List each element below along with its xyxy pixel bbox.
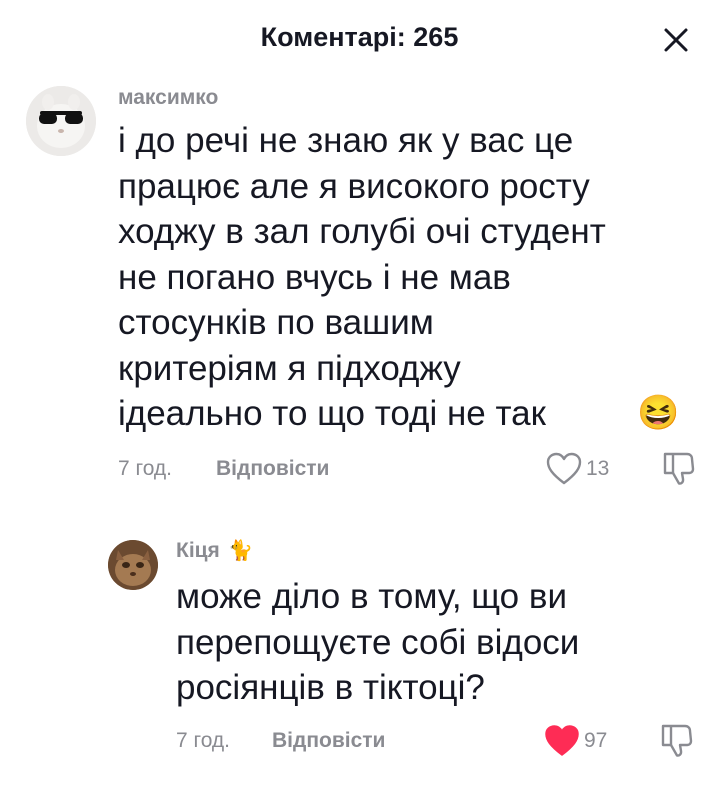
comment-username[interactable]: максимко xyxy=(118,86,218,110)
like-button[interactable] xyxy=(544,724,580,758)
heart-filled-icon[interactable] xyxy=(544,724,580,758)
comment-time: 7 год. xyxy=(176,729,231,752)
comment-text: і до речі не знаю як у вас це працює але… xyxy=(118,121,606,433)
close-icon[interactable] xyxy=(660,24,692,56)
laughing-emoji: 😆 xyxy=(637,394,680,432)
avatar[interactable] xyxy=(108,540,158,590)
dislike-button[interactable] xyxy=(662,450,696,486)
reply-button[interactable]: Відповісти xyxy=(272,729,385,753)
like-button[interactable] xyxy=(546,452,582,486)
avatar-image xyxy=(26,86,96,156)
like-count: 13 xyxy=(586,457,610,480)
comment-text: може діло в тому, що ви перепощуєте собі… xyxy=(176,577,580,707)
thumbs-down-icon[interactable] xyxy=(660,722,694,758)
comments-title: Коментарі: 265 xyxy=(260,22,459,52)
avatar[interactable] xyxy=(26,86,96,156)
like-count: 97 xyxy=(584,729,608,752)
cat-emoji: 🐈 xyxy=(228,540,254,562)
heart-outline-icon[interactable] xyxy=(546,452,582,486)
reply-button[interactable]: Відповісти xyxy=(216,457,329,481)
thumbs-down-icon[interactable] xyxy=(662,450,696,486)
close-button[interactable] xyxy=(660,24,692,56)
avatar-image xyxy=(108,540,158,590)
comment-time: 7 год. xyxy=(118,457,173,480)
comment-username[interactable]: Кіця 🐈 xyxy=(176,538,253,563)
dislike-button[interactable] xyxy=(660,722,694,758)
